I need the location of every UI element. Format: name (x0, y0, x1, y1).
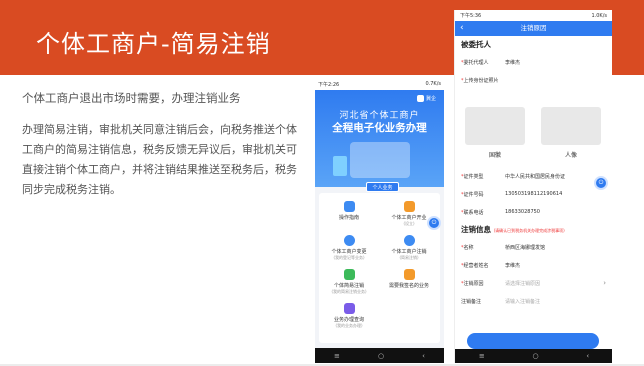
grid-item-signature[interactable]: 需要我签名的业务 (379, 269, 439, 289)
grid-item-sub: (我的简易注销业务) (331, 289, 367, 294)
hero-illustration (350, 142, 410, 178)
reason-row[interactable]: *注销原因 请选择注销原因 › (455, 274, 612, 292)
paper-plane-icon (343, 201, 355, 212)
system-nav-bar: ≡ ○ ‹ (315, 348, 444, 363)
logo-label: 冀企 (425, 96, 436, 102)
grid-item-simple-cancel[interactable]: 个体简易注销 (我的简易注销业务) (319, 269, 379, 295)
submit-button[interactable] (467, 333, 599, 349)
remark-input[interactable]: 请输入注销备注 (505, 298, 606, 305)
idtype-label: 证件类型 (463, 173, 484, 180)
phone-label: 联系电话 (463, 209, 484, 216)
status-speed: 0.7K/s (425, 81, 441, 87)
search-doc-icon (343, 303, 355, 314)
status-bar: 下午2:26 0.7K/s (315, 78, 444, 90)
name-label: 名称 (463, 244, 474, 251)
power-float-button[interactable]: ⏻ (427, 216, 441, 230)
card-back-caption: 人像 (564, 152, 577, 159)
name-row: *名称 桥西区海娜理发馆 (455, 238, 612, 256)
status-bar: 下午5:36 1.0K/s (455, 10, 612, 21)
grid-item-guide[interactable]: 操作指南 (319, 201, 379, 221)
idno-value: 130503198112190614 (505, 191, 563, 197)
home-icon[interactable]: ○ (378, 352, 384, 360)
logo-icon (416, 95, 424, 102)
operator-value: 李维杰 (505, 262, 521, 269)
grid-item-sub: (我的登记等业务) (333, 255, 365, 260)
name-value: 桥西区海娜理发馆 (505, 244, 546, 251)
idno-row: *证件号码 130503198112190614 (455, 185, 612, 203)
section-agent: 被委托人 (461, 40, 491, 49)
operator-label: 经营者姓名 (463, 262, 489, 269)
phone-screenshot-form: 下午5:36 1.0K/s ‹ 注销原因 被委托人 *委托代理人 李维杰 *上传… (454, 10, 612, 363)
back-chevron-icon[interactable]: ‹ (460, 21, 464, 36)
section-cancel-info: 注销信息 (请确认已到税务机关办理完成涉税事项) (455, 221, 612, 238)
phone-value: 18633028750 (505, 209, 540, 215)
system-nav-bar: ≡ ○ ‹ (455, 349, 612, 363)
document-icon (343, 269, 355, 280)
menu-icon[interactable]: ≡ (334, 352, 340, 360)
grid-item-sub: (简易注销) (399, 255, 419, 260)
idtype-row: *证件类型 中华人民共和国居民身份证 (455, 167, 612, 185)
hero-line-2: 全程电子化业务办理 (332, 122, 427, 134)
tab-personal-business[interactable]: 个人业务 (366, 182, 399, 192)
slide: 个体工商户-简易注销 个体工商户退出市场时需要，办理注销业务 办理简易注销，审批… (0, 0, 644, 366)
form-title: 注销原因 (520, 24, 547, 32)
reason-label: 注销原因 (463, 280, 484, 287)
reason-select[interactable]: 请选择注销原因 (505, 280, 603, 287)
app-logo: 冀企 (416, 95, 436, 102)
sign-icon (403, 269, 415, 280)
back-icon[interactable]: ‹ (586, 352, 589, 360)
home-icon[interactable]: ○ (532, 352, 538, 360)
phone-row: *联系电话 18633028750 (455, 203, 612, 221)
phone-screenshot-home: 下午2:26 0.7K/s 冀企 河北省个体工商户 全程电子化业务办理 个人业务… (315, 78, 444, 363)
envelope-icon (403, 201, 415, 212)
remark-row[interactable]: 注销备注 请输入注销备注 (455, 292, 612, 310)
menu-icon[interactable]: ≡ (479, 352, 485, 360)
user-icon (343, 235, 355, 246)
user-icon (403, 235, 415, 246)
grid-item-change[interactable]: 个体工商户变更 (我的登记等业务) (319, 235, 379, 261)
grid-item-cancel[interactable]: 个体工商户注销 (简易注销) (379, 235, 439, 261)
grid-item-label: 需要我签名的业务 (388, 283, 429, 289)
agent-value: 李维杰 (505, 59, 521, 66)
card-front-caption: 国徽 (488, 152, 501, 159)
status-time: 下午5:36 (460, 13, 482, 19)
grid-item-label: 操作指南 (338, 215, 359, 221)
section-cancel-title: 注销信息 (461, 225, 491, 234)
idno-label: 证件号码 (463, 191, 484, 198)
slide-body-text: 办理简易注销，审批机关同意注销后会，向税务推送个体工商户的简易注销信息，税务反馈… (22, 123, 297, 196)
grid-item-sub: (我的业务办理) (335, 323, 363, 328)
hero-illustration-phone (333, 156, 347, 176)
agent-label: 委托代理人 (463, 59, 489, 66)
id-card-back-upload[interactable] (541, 107, 601, 145)
chevron-right-icon: › (603, 279, 606, 287)
status-speed: 1.0K/s (591, 12, 607, 19)
back-icon[interactable]: ‹ (422, 352, 425, 360)
grid-item-query[interactable]: 业务办理查询 (我的业务办理) (319, 303, 379, 329)
agent-row: *委托代理人 李维杰 (455, 53, 612, 71)
section-cancel-note: (请确认已到税务机关办理完成涉税事项) (493, 228, 565, 233)
slide-subtitle: 个体工商户退出市场时需要，办理注销业务 (22, 91, 241, 105)
hero-banner: 冀企 河北省个体工商户 全程电子化业务办理 (315, 90, 444, 187)
status-time: 下午2:26 (318, 81, 340, 88)
upload-row: *上传身份证照片 (455, 71, 612, 89)
remark-label: 注销备注 (461, 298, 482, 305)
service-grid: 操作指南 个体工商户开业 (设立) 个体工商户变更 (我的登记等业务) 个体工商… (319, 193, 440, 343)
upload-label: 上传身份证照片 (463, 77, 499, 84)
idtype-value: 中华人民共和国居民身份证 (505, 173, 566, 180)
form-title-bar: ‹ 注销原因 (455, 21, 612, 36)
power-float-button[interactable]: ⏻ (594, 176, 608, 190)
operator-row: *经营者姓名 李维杰 (455, 256, 612, 274)
id-card-front-upload[interactable] (465, 107, 525, 145)
slide-title: 个体工商户-简易注销 (36, 30, 271, 58)
